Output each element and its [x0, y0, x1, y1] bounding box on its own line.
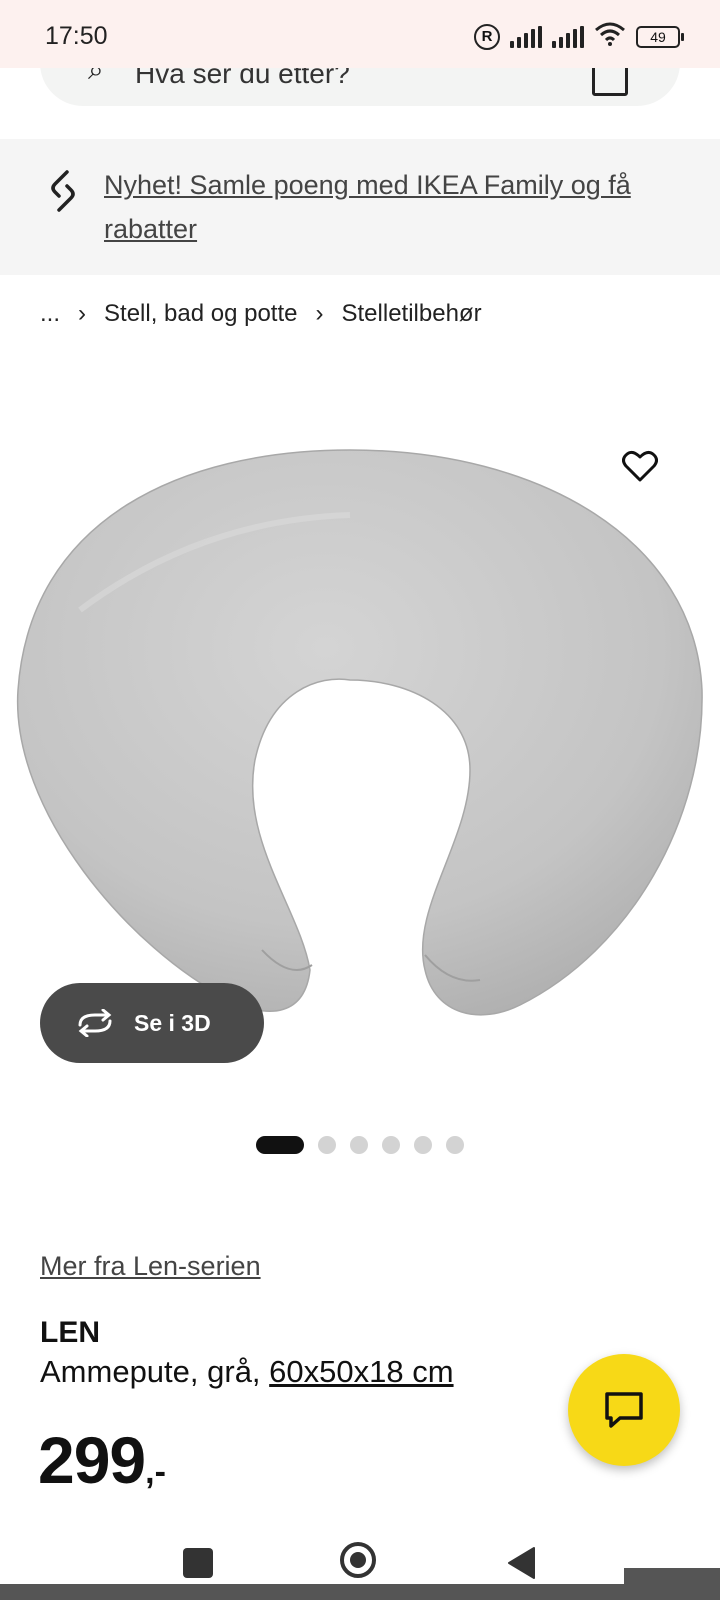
- heart-icon: [622, 450, 658, 482]
- view-3d-label: Se i 3D: [134, 1009, 211, 1036]
- product-type: Ammepute, grå,: [40, 1354, 261, 1389]
- promo-link[interactable]: Nyhet! Samle poeng med IKEA Family og få…: [104, 163, 684, 251]
- chevron-right-icon: ›: [78, 300, 87, 327]
- favorite-button[interactable]: [614, 440, 666, 492]
- breadcrumb-ellipsis[interactable]: ...: [40, 300, 60, 328]
- price-suffix: ,-: [145, 1453, 166, 1491]
- pagination-dot[interactable]: [414, 1136, 432, 1154]
- chat-icon: [605, 1392, 643, 1428]
- series-link[interactable]: Mer fra Len-serien: [40, 1251, 261, 1282]
- status-bar: 17:50 R 49: [0, 0, 720, 68]
- pagination-dot-active[interactable]: [256, 1136, 304, 1154]
- product-size-link[interactable]: 60x50x18 cm: [269, 1354, 453, 1389]
- chevron-right-icon: ›: [315, 300, 324, 327]
- pagination-dot[interactable]: [446, 1136, 464, 1154]
- signal-icon: [510, 25, 542, 48]
- product-price: 299,-: [38, 1422, 166, 1498]
- product-description: Ammepute, grå, 60x50x18 cm: [40, 1354, 454, 1390]
- breadcrumb-item-stelletilbehor[interactable]: Stelletilbehør: [342, 300, 482, 328]
- link-chain-icon: [45, 169, 81, 218]
- battery-level: 49: [650, 28, 666, 45]
- wifi-icon: [594, 22, 626, 51]
- promo-banner[interactable]: Nyhet! Samle poeng med IKEA Family og få…: [0, 139, 720, 275]
- chat-button[interactable]: [568, 1354, 680, 1466]
- product-name: LEN: [40, 1316, 100, 1349]
- registered-icon: R: [474, 23, 500, 50]
- recents-icon[interactable]: [183, 1548, 213, 1578]
- status-time: 17:50: [45, 22, 108, 50]
- pagination-dot[interactable]: [318, 1136, 336, 1154]
- breadcrumb-item-stell[interactable]: Stell, bad og potte: [104, 300, 297, 328]
- gallery-pagination: [256, 1136, 464, 1154]
- nursing-pillow-image: [16, 449, 703, 1016]
- battery-icon: 49: [636, 25, 684, 48]
- pagination-dot[interactable]: [350, 1136, 368, 1154]
- breadcrumb: ... › Stell, bad og potte › Stelletilbeh…: [40, 300, 482, 328]
- bottom-strip: [0, 1584, 720, 1600]
- status-icons: R 49: [474, 22, 684, 51]
- rotate-3d-icon: [74, 1009, 116, 1037]
- back-icon[interactable]: [506, 1546, 536, 1585]
- view-3d-button[interactable]: Se i 3D: [40, 983, 264, 1063]
- signal-icon: [552, 25, 584, 48]
- price-amount: 299: [38, 1423, 146, 1497]
- pagination-dot[interactable]: [382, 1136, 400, 1154]
- home-icon[interactable]: [340, 1542, 376, 1578]
- bottom-strip-tab: [624, 1568, 720, 1600]
